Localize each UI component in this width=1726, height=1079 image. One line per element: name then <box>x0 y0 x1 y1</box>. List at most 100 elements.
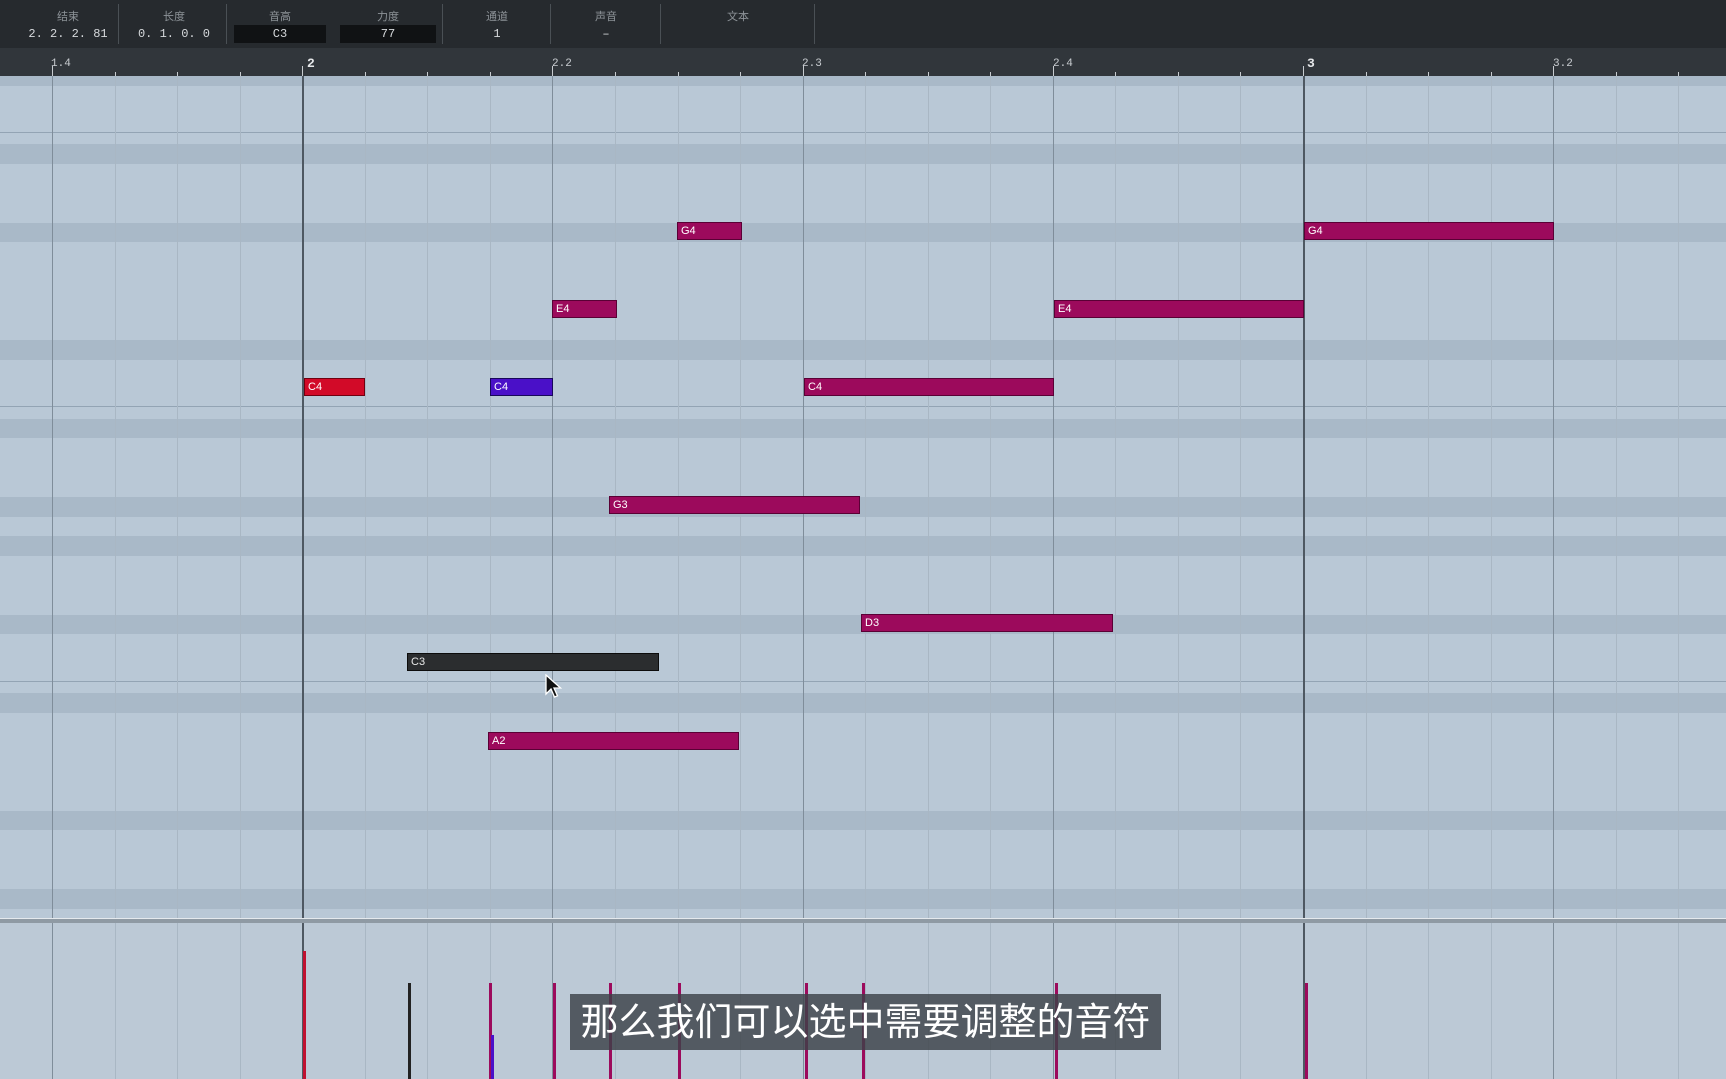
channel-label: 通道 <box>486 11 508 23</box>
note-c4-selected[interactable]: C4 <box>304 378 365 396</box>
beat-line <box>52 76 53 920</box>
pitch-row <box>0 693 1726 713</box>
sub-beat-line <box>865 76 866 920</box>
beat-line <box>1303 76 1305 920</box>
note-g4[interactable]: G4 <box>1304 222 1554 240</box>
note-d3[interactable]: D3 <box>861 614 1113 632</box>
pitch-row <box>0 262 1726 282</box>
sub-beat-line <box>115 923 116 1079</box>
note-c4[interactable]: C4 <box>804 378 1054 396</box>
note-e4[interactable]: E4 <box>1054 300 1304 318</box>
velocity-bar[interactable] <box>1305 983 1308 1079</box>
sub-beat-line <box>1428 76 1429 920</box>
voice-label: 声音 <box>595 11 617 23</box>
velocity-bar[interactable] <box>408 983 411 1079</box>
voice-field[interactable]: 声音 – <box>552 0 660 48</box>
pitch-row <box>0 772 1726 792</box>
velocity-bar[interactable] <box>303 951 306 1079</box>
pitch-row <box>0 340 1726 360</box>
length-label: 长度 <box>163 11 185 23</box>
ruler-label-2-2: 2.2 <box>552 58 572 70</box>
end-value[interactable]: 2. 2. 2. 81 <box>24 25 112 43</box>
pitch-row <box>0 105 1726 125</box>
ruler-tick <box>1303 66 1304 76</box>
pitch-row <box>0 576 1726 596</box>
info-line: 结束 2. 2. 2. 81 长度 0. 1. 0. 0 音高 C3 力度 77… <box>0 0 1726 48</box>
velocity-label: 力度 <box>377 11 399 23</box>
sub-beat-line <box>427 76 428 920</box>
pitch-field[interactable]: 音高 C3 <box>228 0 332 48</box>
sub-beat-line <box>240 76 241 920</box>
text-label: 文本 <box>727 11 749 23</box>
sub-beat-line <box>1616 76 1617 920</box>
mouse-cursor-icon <box>545 674 563 698</box>
channel-value[interactable]: 1 <box>450 25 544 43</box>
ruler-tick <box>302 66 303 76</box>
length-field[interactable]: 长度 0. 1. 0. 0 <box>122 0 226 48</box>
pitch-value[interactable]: C3 <box>234 25 326 43</box>
sub-beat-line <box>928 76 929 920</box>
pitch-row <box>0 184 1726 204</box>
sub-beat-line <box>365 923 366 1079</box>
octave-line <box>0 132 1726 133</box>
note-c3-dragged[interactable]: C3 <box>407 653 659 671</box>
beat-line <box>1553 923 1554 1079</box>
pitch-row <box>0 732 1726 752</box>
sub-beat-line <box>427 923 428 1079</box>
pitch-row <box>0 144 1726 164</box>
sub-beat-line <box>1115 76 1116 920</box>
sub-beat-line <box>1178 76 1179 920</box>
beat-line <box>1053 76 1054 920</box>
sub-beat-line <box>1491 923 1492 1079</box>
octave-line <box>0 681 1726 682</box>
channel-field[interactable]: 通道 1 <box>444 0 550 48</box>
velocity-value[interactable]: 77 <box>340 25 436 43</box>
note-g4[interactable]: G4 <box>677 222 742 240</box>
pitch-row <box>0 654 1726 674</box>
sub-beat-line <box>1678 76 1679 920</box>
velocity-bar[interactable] <box>491 1035 494 1079</box>
sub-beat-line <box>1616 923 1617 1079</box>
pitch-row <box>0 850 1726 870</box>
note-c4-highlighted[interactable]: C4 <box>490 378 553 396</box>
sub-beat-line <box>1240 76 1241 920</box>
pitch-label: 音高 <box>269 11 291 23</box>
end-label: 结束 <box>57 11 79 23</box>
note-a2[interactable]: A2 <box>488 732 739 750</box>
sub-beat-line <box>1678 923 1679 1079</box>
pitch-row <box>0 889 1726 909</box>
note-e4[interactable]: E4 <box>552 300 617 318</box>
sub-beat-line <box>1240 923 1241 1079</box>
piano-roll-grid[interactable]: G4 G4 E4 E4 C4 C4 C4 G3 D3 C3 A2 <box>0 76 1726 920</box>
text-field[interactable]: 文本 <box>662 0 814 48</box>
ruler-label-2-4: 2.4 <box>1053 58 1073 70</box>
sub-beat-line <box>177 76 178 920</box>
note-g3[interactable]: G3 <box>609 496 860 514</box>
beat-line <box>552 76 553 920</box>
pitch-row <box>0 301 1726 321</box>
sub-beat-line <box>990 76 991 920</box>
velocity-bar[interactable] <box>553 983 556 1079</box>
beat-line <box>52 923 53 1079</box>
ruler-label-1-4: 1.4 <box>51 58 71 70</box>
pitch-row <box>0 497 1726 517</box>
beat-line <box>1553 76 1554 920</box>
bar-ruler[interactable]: 1.4 2 2.2 2.3 2.4 3 3.2 <box>0 48 1726 77</box>
velocity-field[interactable]: 力度 77 <box>334 0 442 48</box>
pitch-row <box>0 76 1726 86</box>
voice-value[interactable]: – <box>558 25 654 43</box>
beat-line <box>302 76 304 920</box>
sub-beat-line <box>240 923 241 1079</box>
pitch-row <box>0 458 1726 478</box>
sub-beat-line <box>1491 76 1492 920</box>
ruler-label-2: 2 <box>307 56 315 71</box>
pitch-row <box>0 536 1726 556</box>
end-field[interactable]: 结束 2. 2. 2. 81 <box>18 0 118 48</box>
ruler-label-3-2: 3.2 <box>1553 58 1573 70</box>
sub-beat-line <box>1366 923 1367 1079</box>
length-value[interactable]: 0. 1. 0. 0 <box>128 25 220 43</box>
sub-beat-line <box>365 76 366 920</box>
ruler-label-3: 3 <box>1307 56 1315 71</box>
text-value[interactable] <box>668 25 808 43</box>
octave-line <box>0 406 1726 407</box>
